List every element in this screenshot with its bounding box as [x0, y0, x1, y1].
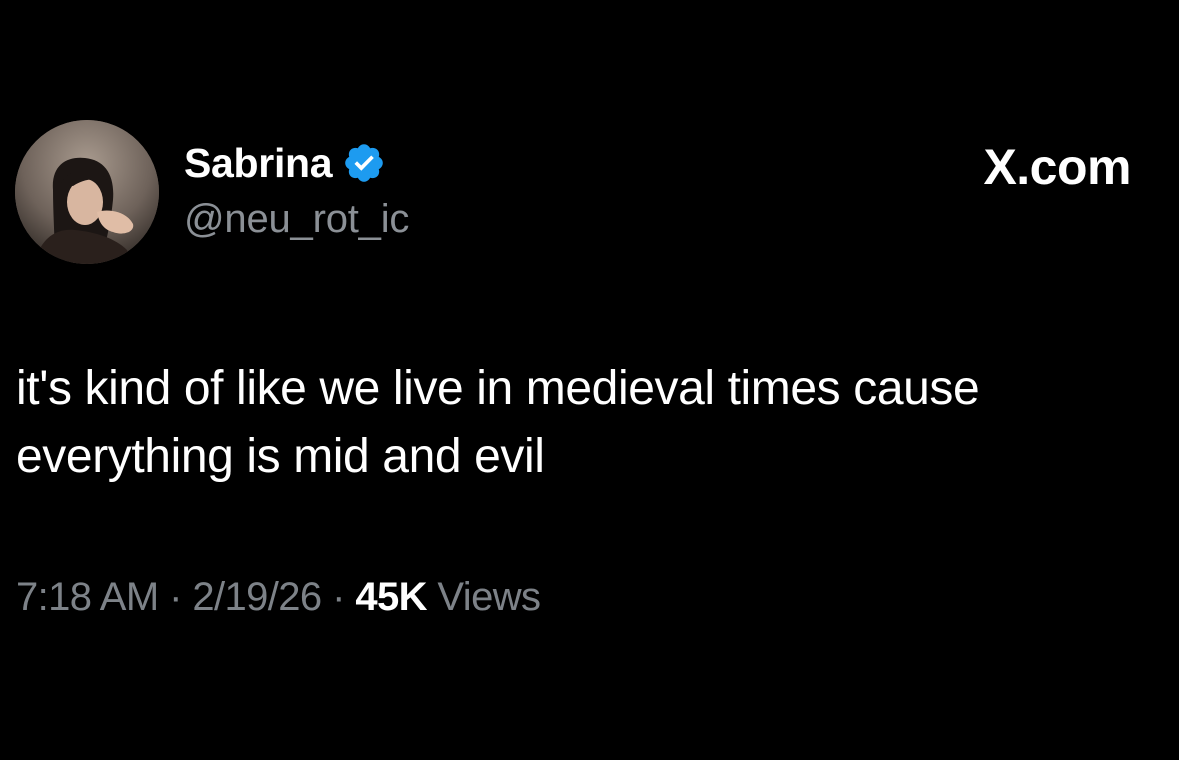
author-handle[interactable]: @neu_rot_ic	[184, 197, 409, 242]
tweet-date[interactable]: 2/19/26	[192, 575, 322, 619]
views-count[interactable]: 45K	[355, 575, 427, 619]
author-name-row: Sabrina	[184, 138, 386, 188]
meta-separator: ·	[321, 575, 356, 619]
tweet-text: it's kind of like we live in medieval ti…	[16, 362, 980, 483]
avatar[interactable]	[15, 120, 159, 264]
tweet-meta: 7:18 AM · 2/19/26 · 45K Views	[16, 575, 541, 620]
tweet-card: Sabrina @neu_rot_ic X.com it's kind of l…	[0, 0, 1179, 760]
author-display-name[interactable]: Sabrina	[184, 140, 333, 187]
meta-separator: ·	[158, 575, 193, 619]
tweet-time[interactable]: 7:18 AM	[16, 575, 159, 619]
views-label: Views	[426, 575, 541, 619]
verified-badge-icon	[342, 141, 386, 185]
avatar-photo	[15, 120, 159, 264]
x-com-watermark: X.com	[983, 139, 1131, 195]
